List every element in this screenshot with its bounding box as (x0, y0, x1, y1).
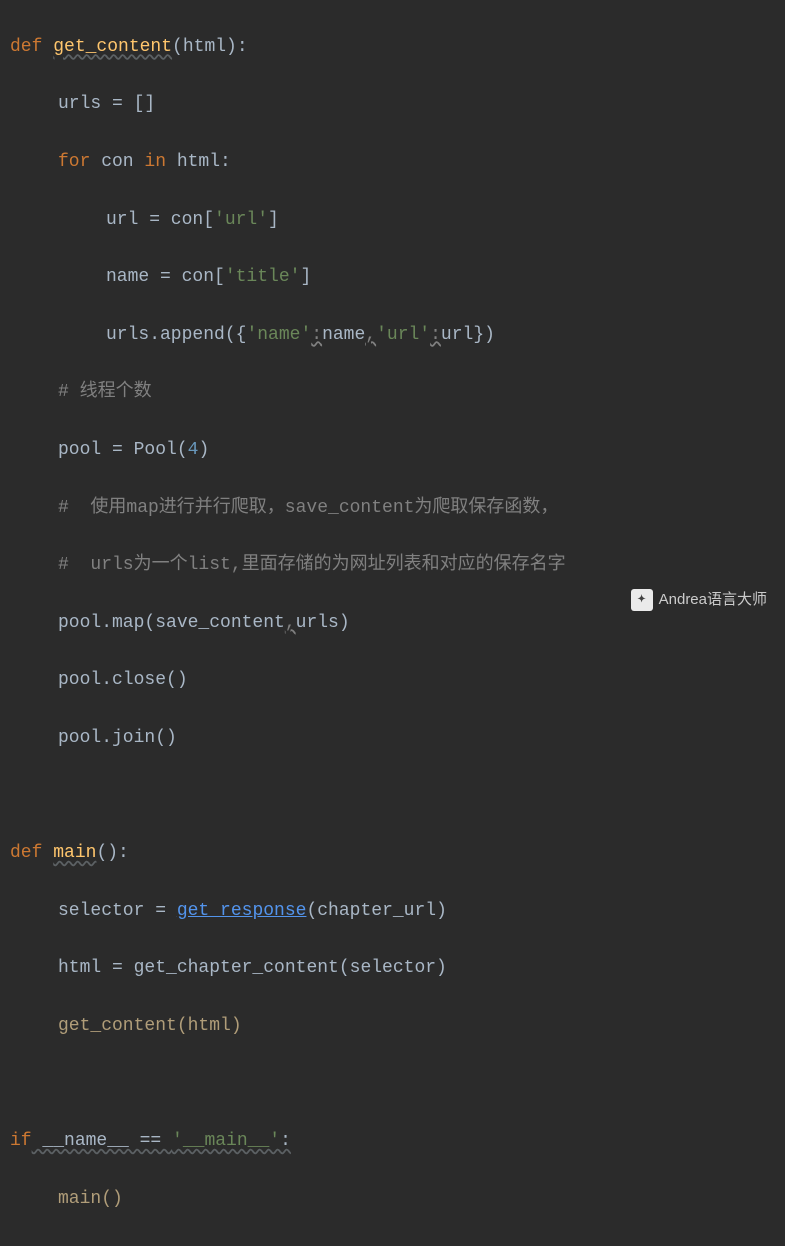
code-line: for con in html: (10, 148, 785, 177)
blank-line (10, 1069, 785, 1098)
code-line: # 线程个数 (10, 378, 785, 407)
code-line: urls = [] (10, 90, 785, 119)
code-line: pool.close() (10, 666, 785, 695)
code-line: pool.map(save_content,urls) (10, 609, 785, 638)
code-editor[interactable]: def get_content(html): urls = [] for con… (0, 0, 785, 1246)
blank-line (10, 782, 785, 811)
code-line: pool.join() (10, 724, 785, 753)
code-line: def get_content(html): (10, 33, 785, 62)
code-line: urls.append({'name':name,'url':url}) (10, 321, 785, 350)
code-line: def main(): (10, 839, 785, 868)
watermark-text: Andrea语言大师 (659, 588, 767, 612)
code-line: get_content(html) (10, 1012, 785, 1041)
code-line: # 使用map进行并行爬取，save_content为爬取保存函数， (10, 494, 785, 523)
code-line: main() (10, 1185, 785, 1214)
code-line: # urls为一个list,里面存储的为网址列表和对应的保存名字 (10, 551, 785, 580)
linked-call[interactable]: get_response (177, 901, 307, 921)
code-line: url = con['url'] (10, 206, 785, 235)
code-line: name = con['title'] (10, 263, 785, 292)
code-line: if __name__ == '__main__': (10, 1127, 785, 1156)
args: (html) (172, 37, 237, 57)
watermark: ✦ Andrea语言大师 (631, 588, 767, 612)
code-line: pool = Pool(4) (10, 436, 785, 465)
function-name: main (53, 843, 96, 863)
code-line: html = get_chapter_content(selector) (10, 954, 785, 983)
keyword-def: def (10, 37, 42, 57)
function-name: get_content (53, 37, 172, 57)
wechat-icon: ✦ (631, 589, 653, 611)
code-line: selector = get_response(chapter_url) (10, 897, 785, 926)
